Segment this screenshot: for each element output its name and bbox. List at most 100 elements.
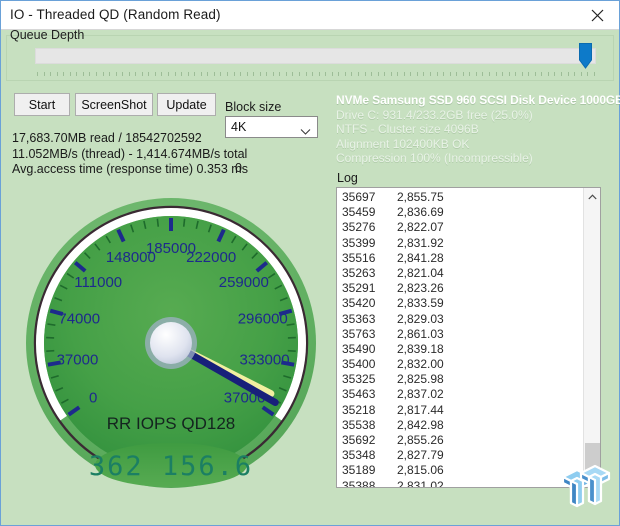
log-iops: 35363 <box>342 312 397 327</box>
log-row[interactable]: 354002,832.00 <box>342 357 567 372</box>
start-button[interactable]: Start <box>14 93 70 116</box>
gauge-svg: 0370007400011100014800018500022200025900… <box>25 197 317 489</box>
slider-tick <box>227 72 228 76</box>
slider-tick <box>522 72 523 76</box>
slider-tick <box>44 72 45 76</box>
slider-tick <box>535 72 536 76</box>
queue-depth-slider-track[interactable] <box>35 48 596 64</box>
slider-tick <box>299 72 300 76</box>
device-info-panel: NVMe Samsung SSD 960 SCSI Disk Device 10… <box>336 93 616 166</box>
stat-read-total: 17,683.70MB read / 18542702592 <box>12 131 322 147</box>
log-mbs: 2,841.28 <box>397 251 444 266</box>
log-row[interactable]: 354202,833.59 <box>342 296 567 311</box>
stat-throughput: 11.052MB/s (thread) - 1,414.674MB/s tota… <box>12 147 322 163</box>
log-row[interactable]: 352632,821.04 <box>342 266 567 281</box>
slider-tick <box>378 72 379 76</box>
gauge-tick-label: 37000 <box>57 351 99 368</box>
slider-tick <box>260 72 261 76</box>
log-row[interactable]: 357632,861.03 <box>342 327 567 342</box>
slider-tick <box>109 72 110 76</box>
log-row[interactable]: 356922,855.26 <box>342 433 567 448</box>
gauge-tick-label: 0 <box>89 389 97 406</box>
block-size-label: Block size <box>225 100 281 114</box>
slider-tick <box>502 72 503 76</box>
log-row[interactable]: 352182,817.44 <box>342 403 567 418</box>
slider-tick <box>266 72 267 76</box>
log-iops: 35538 <box>342 418 397 433</box>
slider-tick <box>148 72 149 76</box>
log-iops: 35388 <box>342 479 397 488</box>
log-scrollbar[interactable] <box>583 188 600 487</box>
update-button[interactable]: Update <box>157 93 216 116</box>
log-mbs: 2,833.59 <box>397 296 444 311</box>
slider-tick <box>319 72 320 76</box>
slider-tick <box>594 72 595 76</box>
log-mbs: 2,839.18 <box>397 342 444 357</box>
slider-tick <box>463 72 464 76</box>
queue-depth-slider-ticks <box>37 72 597 77</box>
slider-tick <box>437 72 438 76</box>
log-row[interactable]: 355162,841.28 <box>342 251 567 266</box>
log-mbs: 2,817.44 <box>397 403 444 418</box>
log-row[interactable]: 353252,825.98 <box>342 372 567 387</box>
log-list[interactable]: 356972,855.75354592,836.69352762,822.073… <box>336 187 601 488</box>
slider-tick <box>188 72 189 76</box>
log-mbs: 2,837.02 <box>397 387 444 402</box>
device-name: NVMe Samsung SSD 960 SCSI Disk Device 10… <box>336 93 616 108</box>
slider-tick <box>548 72 549 76</box>
log-row[interactable]: 352762,822.07 <box>342 220 567 235</box>
log-iops: 35692 <box>342 433 397 448</box>
device-drive: Drive C: 931.4/233.2GB free (25.0%) <box>336 108 616 123</box>
log-mbs: 2,822.07 <box>397 220 444 235</box>
slider-tick <box>358 72 359 76</box>
log-row[interactable]: 353882,831.02 <box>342 479 567 488</box>
log-mbs: 2,825.98 <box>397 372 444 387</box>
log-row[interactable]: 354592,836.69 <box>342 205 567 220</box>
slider-tick <box>489 72 490 76</box>
log-iops: 35276 <box>342 220 397 235</box>
slider-tick <box>443 72 444 76</box>
gauge-tick-label: 296000 <box>238 310 288 327</box>
close-button[interactable] <box>575 1 619 29</box>
slider-tick <box>312 72 313 76</box>
log-row[interactable]: 353632,829.03 <box>342 312 567 327</box>
screenshot-button[interactable]: ScreenShot <box>75 93 153 116</box>
slider-tick <box>247 72 248 76</box>
slider-tick <box>430 72 431 76</box>
slider-tick <box>496 72 497 76</box>
log-mbs: 2,823.26 <box>397 281 444 296</box>
slider-tick <box>175 72 176 76</box>
log-iops: 35400 <box>342 357 397 372</box>
slider-tick <box>161 72 162 76</box>
log-row[interactable]: 353482,827.79 <box>342 448 567 463</box>
gauge-caption: RR IOPS QD128 <box>107 414 236 433</box>
close-icon <box>591 9 604 22</box>
slider-tick <box>384 72 385 76</box>
queue-depth-slider-thumb[interactable] <box>579 43 592 69</box>
log-iops: 35291 <box>342 281 397 296</box>
slider-tick <box>528 72 529 76</box>
tweaktown-logo-icon <box>557 461 613 517</box>
log-iops: 35420 <box>342 296 397 311</box>
slider-tick <box>253 72 254 76</box>
log-iops: 35763 <box>342 327 397 342</box>
log-mbs: 2,836.69 <box>397 205 444 220</box>
slider-tick <box>207 72 208 76</box>
log-row[interactable]: 351892,815.06 <box>342 463 567 478</box>
stat-counter: 0 <box>235 161 242 175</box>
slider-tick <box>456 72 457 76</box>
slider-tick <box>142 72 143 76</box>
slider-tick <box>574 72 575 76</box>
log-mbs: 2,861.03 <box>397 327 444 342</box>
log-row[interactable]: 356972,855.75 <box>342 190 567 205</box>
slider-tick <box>292 72 293 76</box>
slider-tick <box>194 72 195 76</box>
log-row[interactable]: 354632,837.02 <box>342 387 567 402</box>
slider-tick <box>116 72 117 76</box>
log-row[interactable]: 355382,842.98 <box>342 418 567 433</box>
log-row[interactable]: 354902,839.18 <box>342 342 567 357</box>
log-row[interactable]: 353992,831.92 <box>342 236 567 251</box>
log-row[interactable]: 352912,823.26 <box>342 281 567 296</box>
slider-tick <box>397 72 398 76</box>
scroll-up-button[interactable] <box>584 188 600 205</box>
